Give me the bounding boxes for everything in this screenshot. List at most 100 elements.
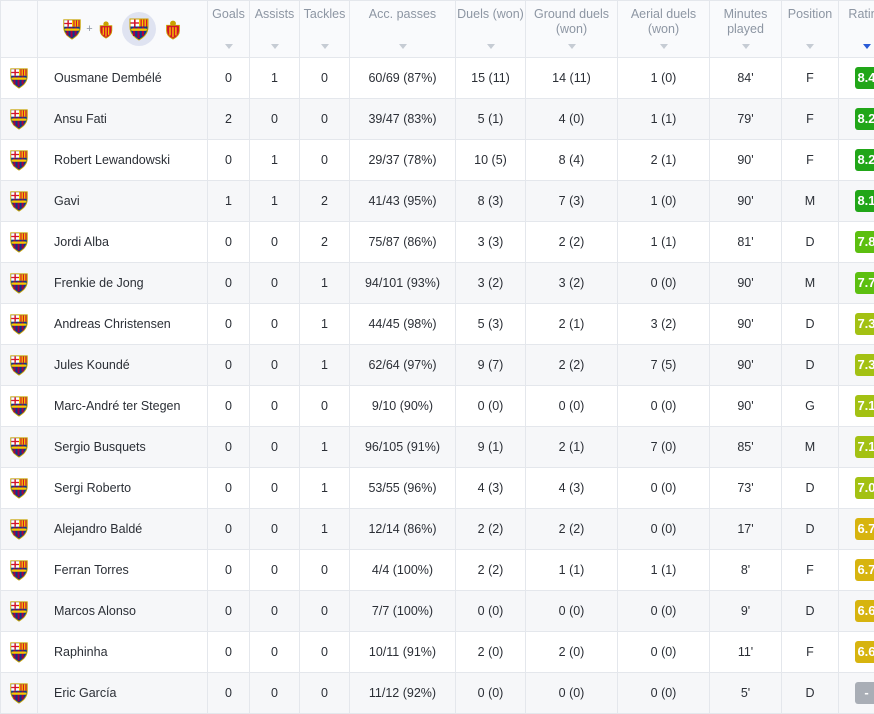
barcelona-crest-icon (8, 67, 30, 89)
rating-badge: 8.2 (855, 108, 874, 130)
header-ground-duels[interactable]: Ground duels (won) (526, 1, 618, 58)
table-row[interactable]: Ferran Torres0004/4 (100%)2 (2)1 (1)1 (1… (1, 550, 874, 591)
table-row[interactable]: Jordi Alba00275/87 (86%)3 (3)2 (2)1 (1)8… (1, 222, 874, 263)
rating-badge: 7.3 (855, 313, 874, 335)
stat-passes: 44/45 (98%) (350, 304, 456, 345)
rating-cell: 7.3 (839, 304, 874, 345)
table-row[interactable]: Jules Koundé00162/64 (97%)9 (7)2 (2)7 (5… (1, 345, 874, 386)
stat-minutes: 90' (710, 140, 782, 181)
sort-arrow-icon (271, 44, 279, 49)
stat-duels: 2 (2) (456, 550, 526, 591)
stat-tackles: 1 (300, 509, 350, 550)
barcelona-crest-icon (8, 395, 30, 417)
stat-tackles: 0 (300, 99, 350, 140)
stat-assists: 0 (250, 345, 300, 386)
table-row[interactable]: Gavi11241/43 (95%)8 (3)7 (3)1 (0)90'M8.1 (1, 181, 874, 222)
header-position[interactable]: Position (782, 1, 839, 58)
team-crest-cell (1, 304, 38, 345)
player-name[interactable]: Alejandro Baldé (38, 509, 208, 550)
table-row[interactable]: Marcos Alonso0007/7 (100%)0 (0)0 (0)0 (0… (1, 591, 874, 632)
stat-duels: 2 (2) (456, 509, 526, 550)
player-name[interactable]: Ansu Fati (38, 99, 208, 140)
player-name[interactable]: Marc-André ter Stegen (38, 386, 208, 427)
table-row[interactable]: Sergio Busquets00196/105 (91%)9 (1)2 (1)… (1, 427, 874, 468)
player-stats-table: + Goals Assists Tackles Acc. passes Duel… (0, 0, 874, 714)
header-tackles[interactable]: Tackles (300, 1, 350, 58)
header-minutes-played[interactable]: Minutes played (710, 1, 782, 58)
table-row[interactable]: Eric García00011/12 (92%)0 (0)0 (0)0 (0)… (1, 673, 874, 714)
player-name[interactable]: Gavi (38, 181, 208, 222)
header-rating[interactable]: Rating (839, 1, 874, 58)
table-row[interactable]: Raphinha00010/11 (91%)2 (0)2 (0)0 (0)11'… (1, 632, 874, 673)
table-row[interactable]: Marc-André ter Stegen0009/10 (90%)0 (0)0… (1, 386, 874, 427)
stat-assists: 0 (250, 99, 300, 140)
stat-ground: 4 (3) (526, 468, 618, 509)
header-goals[interactable]: Goals (208, 1, 250, 58)
team-crest-cell (1, 386, 38, 427)
stat-aerial: 7 (5) (618, 345, 710, 386)
stat-ground: 4 (0) (526, 99, 618, 140)
stat-passes: 62/64 (97%) (350, 345, 456, 386)
filter-mallorca-button[interactable] (162, 17, 184, 41)
stat-goals: 0 (208, 591, 250, 632)
stat-minutes: 5' (710, 673, 782, 714)
player-name[interactable]: Andreas Christensen (38, 304, 208, 345)
player-name[interactable]: Jordi Alba (38, 222, 208, 263)
stat-position: D (782, 468, 839, 509)
stat-aerial: 0 (0) (618, 468, 710, 509)
player-name[interactable]: Raphinha (38, 632, 208, 673)
stat-duels: 3 (2) (456, 263, 526, 304)
player-name[interactable]: Eric García (38, 673, 208, 714)
player-name[interactable]: Frenkie de Jong (38, 263, 208, 304)
stat-aerial: 0 (0) (618, 386, 710, 427)
rating-cell: 8.4 (839, 58, 874, 99)
rating-cell: - (839, 673, 874, 714)
stat-aerial: 0 (0) (618, 673, 710, 714)
stat-aerial: 0 (0) (618, 591, 710, 632)
stat-position: M (782, 263, 839, 304)
barcelona-crest-icon (61, 18, 83, 40)
player-name[interactable]: Sergio Busquets (38, 427, 208, 468)
table-row[interactable]: Ansu Fati20039/47 (83%)5 (1)4 (0)1 (1)79… (1, 99, 874, 140)
stat-minutes: 73' (710, 468, 782, 509)
stat-tackles: 0 (300, 673, 350, 714)
rating-badge: 7.0 (855, 477, 874, 499)
table-row[interactable]: Ousmane Dembélé01060/69 (87%)15 (11)14 (… (1, 58, 874, 99)
player-name[interactable]: Sergi Roberto (38, 468, 208, 509)
stat-goals: 0 (208, 304, 250, 345)
table-row[interactable]: Robert Lewandowski01029/37 (78%)10 (5)8 … (1, 140, 874, 181)
stat-goals: 1 (208, 181, 250, 222)
sort-arrow-icon (225, 44, 233, 49)
header-duels[interactable]: Duels (won) (456, 1, 526, 58)
stat-ground: 0 (0) (526, 386, 618, 427)
header-acc-passes[interactable]: Acc. passes (350, 1, 456, 58)
player-name[interactable]: Ousmane Dembélé (38, 58, 208, 99)
team-filter: + (38, 1, 208, 58)
stat-aerial: 2 (1) (618, 140, 710, 181)
stat-aerial: 7 (0) (618, 427, 710, 468)
barcelona-crest-icon (8, 149, 30, 171)
rating-badge: 8.4 (855, 67, 874, 89)
stat-ground: 2 (1) (526, 304, 618, 345)
table-row[interactable]: Sergi Roberto00153/55 (96%)4 (3)4 (3)0 (… (1, 468, 874, 509)
player-name[interactable]: Marcos Alonso (38, 591, 208, 632)
table-row[interactable]: Frenkie de Jong00194/101 (93%)3 (2)3 (2)… (1, 263, 874, 304)
rating-badge: 8.1 (855, 190, 874, 212)
stat-tackles: 0 (300, 550, 350, 591)
player-name[interactable]: Robert Lewandowski (38, 140, 208, 181)
player-name[interactable]: Jules Koundé (38, 345, 208, 386)
stat-ground: 3 (2) (526, 263, 618, 304)
header-aerial-duels[interactable]: Aerial duels (won) (618, 1, 710, 58)
sort-arrow-icon (742, 44, 750, 49)
stat-aerial: 0 (0) (618, 509, 710, 550)
stat-assists: 1 (250, 58, 300, 99)
table-row[interactable]: Andreas Christensen00144/45 (98%)5 (3)2 … (1, 304, 874, 345)
player-name[interactable]: Ferran Torres (38, 550, 208, 591)
barcelona-crest-icon (8, 682, 30, 704)
header-assists[interactable]: Assists (250, 1, 300, 58)
filter-both-teams-button[interactable]: + (61, 18, 115, 40)
filter-barcelona-button[interactable] (122, 12, 156, 46)
stat-assists: 0 (250, 304, 300, 345)
stat-passes: 60/69 (87%) (350, 58, 456, 99)
table-row[interactable]: Alejandro Baldé00112/14 (86%)2 (2)2 (2)0… (1, 509, 874, 550)
